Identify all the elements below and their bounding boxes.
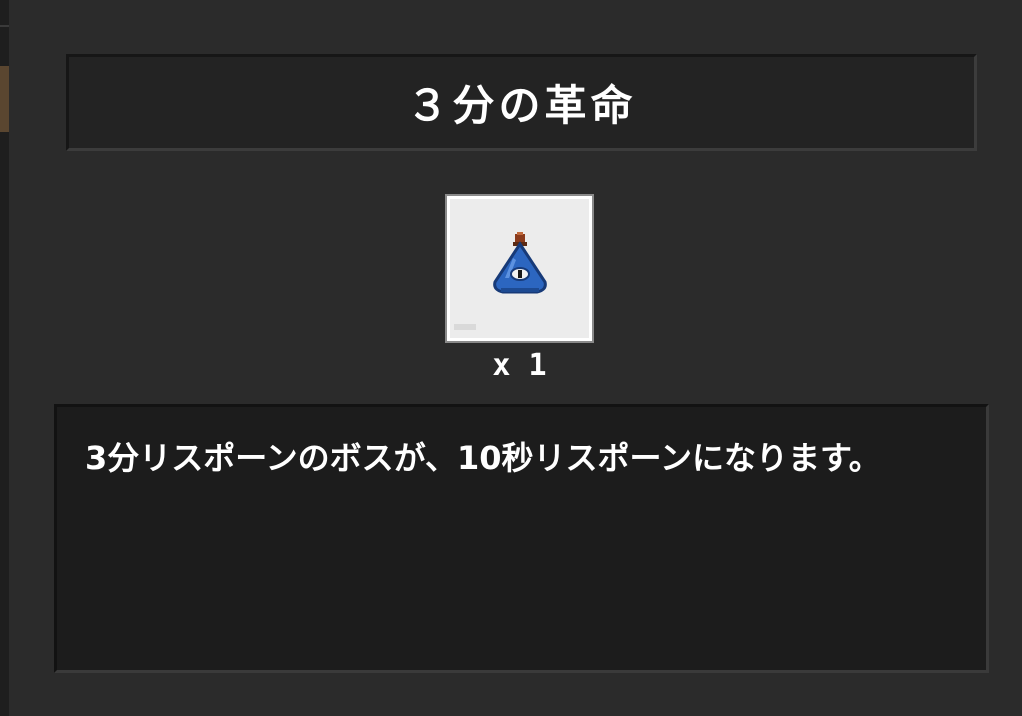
title-panel: ３分の革命 bbox=[66, 54, 977, 151]
description-panel: 3分リスポーンのボスが、10秒リスポーンになります。 bbox=[54, 404, 989, 673]
item-description: 3分リスポーンのボスが、10秒リスポーンになります。 bbox=[85, 439, 881, 477]
window-left-edge-line bbox=[0, 25, 9, 27]
item-slot[interactable] bbox=[445, 194, 594, 343]
item-quantity: x 1 bbox=[492, 348, 547, 383]
item-title: ３分の革命 bbox=[406, 81, 637, 130]
blue-eye-cone-hat-icon bbox=[492, 231, 547, 293]
window-left-edge-accent bbox=[0, 66, 9, 132]
